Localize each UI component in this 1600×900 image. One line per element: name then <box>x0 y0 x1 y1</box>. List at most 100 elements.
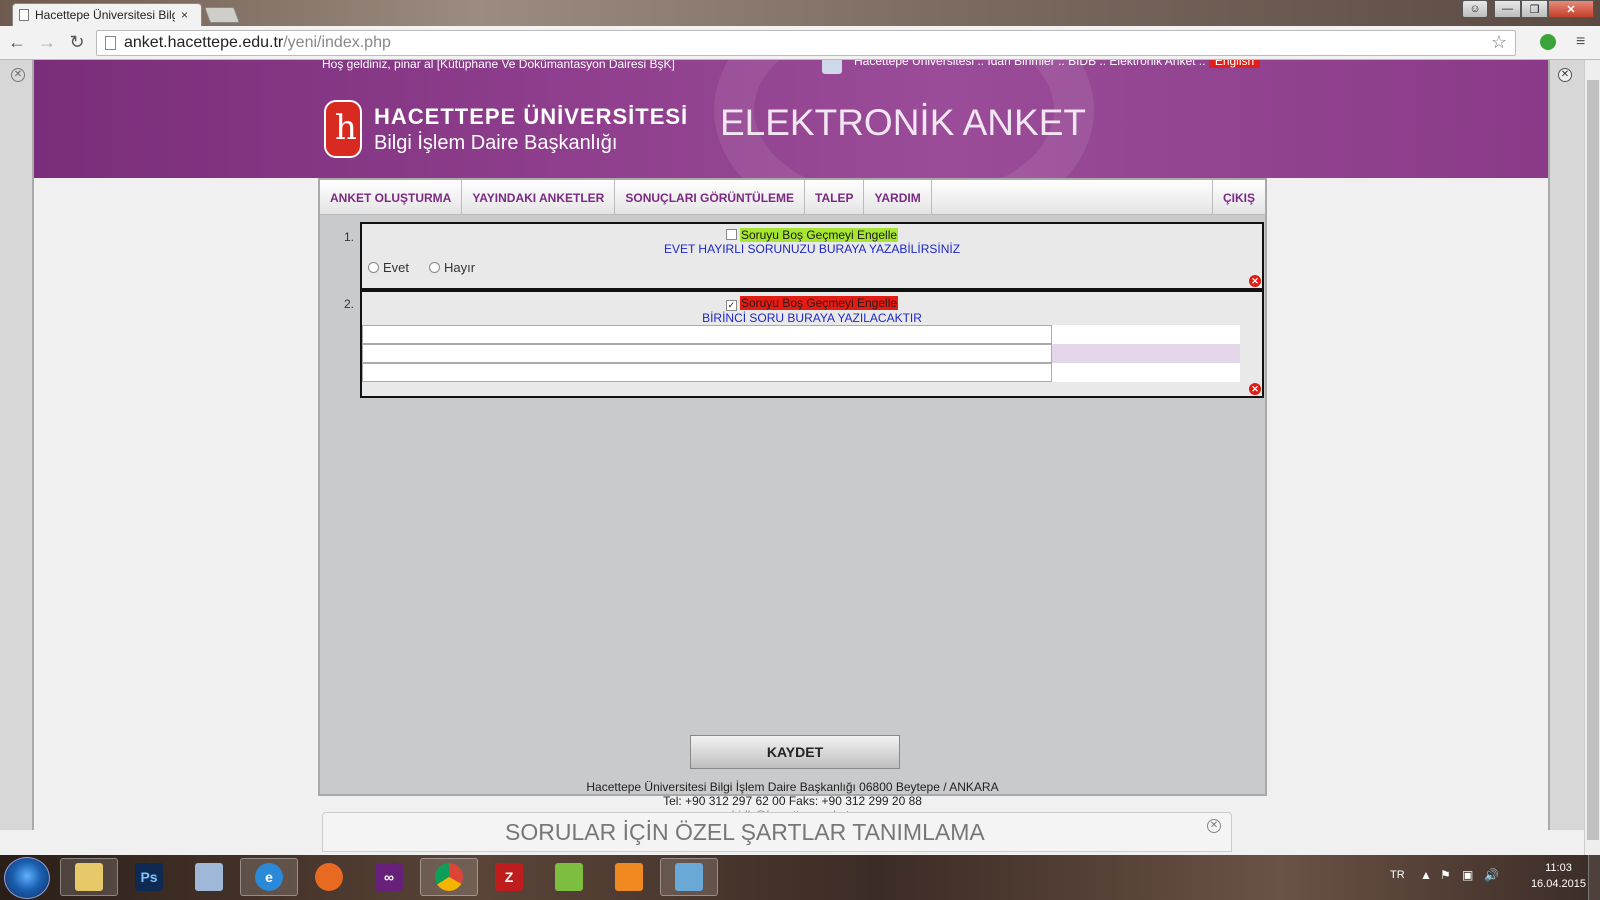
option-label: Hayır <box>444 260 476 275</box>
delete-question-icon[interactable]: ✕ <box>1249 275 1261 287</box>
close-icon[interactable]: ✕ <box>1558 68 1572 82</box>
explorer-app[interactable] <box>60 858 118 896</box>
menu-icon[interactable]: ≡ <box>1576 34 1590 50</box>
cube-app[interactable] <box>180 858 238 896</box>
scrollbar[interactable] <box>1584 60 1600 855</box>
panel-title: SORULAR İÇİN ÖZEL ŞARTLAR TANIMLAMA <box>505 819 985 845</box>
footer-address: Hacettepe Üniversitesi Bilgi İşlem Daire… <box>586 780 999 794</box>
welcome-text: Hoş geldiniz, pinar al [Kütüphane Ve Dok… <box>322 60 675 71</box>
question-card: ✓ Soruyu Boş Geçmeyi Engelle BİRİNCİ SORU… <box>360 290 1264 398</box>
university-name: HACETTEPE ÜNİVERSİTESİ <box>374 104 689 129</box>
clock[interactable]: 11:03 16.04.2015 <box>1531 860 1586 892</box>
close-icon[interactable]: ✕ <box>1207 819 1221 833</box>
ie-app[interactable]: e <box>240 858 298 896</box>
chrome-app[interactable] <box>420 858 478 896</box>
tab-title: Hacettepe Üniversitesi Bilgi <box>35 8 175 22</box>
answer-input[interactable] <box>362 344 1052 363</box>
nav-create-survey[interactable]: ANKET OLUŞTURMA <box>320 180 463 215</box>
breadcrumb: Hacettepe Üniversitesi .. İdari Birimler… <box>854 60 1261 68</box>
chrome-icon <box>435 863 463 891</box>
matlab-app[interactable] <box>600 858 658 896</box>
globe-icon <box>822 60 842 74</box>
required-toggle: Soruyu Boş Geçmeyi Engelle <box>362 228 1262 242</box>
question-text[interactable]: BİRİNCİ SORU BURAYA YAZILACAKTIR <box>362 311 1262 325</box>
breadcrumb-text[interactable]: Hacettepe Üniversitesi .. İdari Birimler… <box>854 60 1205 68</box>
nav-request[interactable]: TALEP <box>805 180 865 215</box>
required-label: Soruyu Boş Geçmeyi Engelle <box>739 228 899 242</box>
tab-close-icon[interactable]: × <box>181 8 188 22</box>
ie-icon: e <box>255 863 283 891</box>
question-card: Soruyu Boş Geçmeyi Engelle EVET HAYIRLI … <box>360 222 1264 290</box>
option-yes[interactable]: Evet <box>368 260 409 275</box>
nav-view-results[interactable]: SONUÇLARI GÖRÜNTÜLEME <box>615 180 806 215</box>
address-bar[interactable]: anket.hacettepe.edu.tr/yeni/index.php ☆ <box>96 30 1516 56</box>
language-indicator[interactable]: TR <box>1390 869 1405 881</box>
filezilla-app[interactable]: Z <box>480 858 538 896</box>
start-button[interactable] <box>4 857 50 899</box>
main-nav: ANKET OLUŞTURMA YAYINDAKI ANKETLER SONUÇ… <box>320 180 1265 215</box>
close-window-button[interactable]: ✕ <box>1548 0 1594 18</box>
url-path: /yeni/index.php <box>283 34 391 51</box>
survey-editor: ANKET OLUŞTURMA YAYINDAKI ANKETLER SONUÇ… <box>318 178 1267 796</box>
nav-published-surveys[interactable]: YAYINDAKI ANKETLER <box>462 180 616 215</box>
department-name: Bilgi İşlem Daire Başkanlığı <box>374 132 618 154</box>
back-icon[interactable]: ← <box>4 30 30 56</box>
english-link[interactable]: English <box>1208 60 1261 68</box>
save-button[interactable]: KAYDET <box>690 735 900 769</box>
maximize-button[interactable]: ❐ <box>1521 0 1548 18</box>
photos-app[interactable] <box>660 858 718 896</box>
nav-help[interactable]: YARDIM <box>864 180 932 215</box>
answer-row <box>362 363 1240 382</box>
show-desktop-button[interactable] <box>1588 855 1600 900</box>
answer-row <box>362 325 1240 344</box>
nav-logout[interactable]: ÇIKIŞ <box>1211 180 1265 215</box>
taskbar: Ps e ∞ Z TR ▲ ⚑ ▣ 🔊 11:03 16.04.2015 <box>0 855 1600 900</box>
page-title: ELEKTRONİK ANKET <box>720 102 1086 143</box>
url-host: anket.hacettepe.edu.tr <box>124 34 284 51</box>
required-checkbox[interactable]: ✓ <box>725 300 737 311</box>
reload-icon[interactable]: ↻ <box>64 30 90 56</box>
required-toggle: ✓ Soruyu Boş Geçmeyi Engelle <box>362 296 1262 311</box>
scrollbar-thumb[interactable] <box>1587 80 1599 840</box>
question-text[interactable]: EVET HAYIRLI SORUNUZU BURAYA YAZABİLİRSİ… <box>362 242 1262 256</box>
chevron-up-icon[interactable]: ▲ <box>1420 868 1432 882</box>
right-panel: ✕ <box>1548 60 1584 830</box>
forward-icon[interactable]: → <box>34 30 60 56</box>
browser-tab[interactable]: Hacettepe Üniversitesi Bilgi × <box>12 3 202 26</box>
visual-studio-app[interactable]: ∞ <box>360 858 418 896</box>
answer-input[interactable] <box>362 325 1052 344</box>
volume-icon[interactable]: 🔊 <box>1484 868 1499 882</box>
clock-date: 16.04.2015 <box>1530 878 1586 890</box>
picture-icon <box>675 863 703 891</box>
page-viewport: ✕ ✕ Hoş geldiniz, pinar al [Kütüphane Ve… <box>0 60 1584 855</box>
visual-studio-icon: ∞ <box>375 863 403 891</box>
header-banner: Hoş geldiniz, pinar al [Kütüphane Ve Dok… <box>34 60 1548 178</box>
footer-phone: Tel: +90 312 297 62 00 Faks: +90 312 299… <box>663 794 922 808</box>
delete-question-icon[interactable]: ✕ <box>1249 383 1261 395</box>
window-controls: ☺ — ❐ ✕ <box>1462 0 1594 18</box>
flag-icon[interactable]: ⚑ <box>1440 868 1451 882</box>
bookmark-star-icon[interactable]: ☆ <box>1491 32 1507 53</box>
left-panel: ✕ <box>0 60 34 830</box>
required-checkbox[interactable] <box>725 229 737 240</box>
question-number: 1. <box>344 230 355 244</box>
radio-button[interactable] <box>368 262 379 273</box>
photoshop-app[interactable]: Ps <box>120 858 178 896</box>
new-tab-button[interactable] <box>204 7 240 23</box>
extension-icon[interactable] <box>1540 34 1556 50</box>
answer-options: Evet Hayır <box>368 260 475 275</box>
radio-button[interactable] <box>429 262 441 273</box>
chart-icon <box>555 863 583 891</box>
minimize-button[interactable]: — <box>1494 0 1521 18</box>
answer-row <box>362 344 1240 363</box>
firefox-icon <box>315 863 343 891</box>
close-icon[interactable]: ✕ <box>11 68 25 82</box>
firefox-app[interactable] <box>300 858 358 896</box>
folder-icon <box>75 863 103 891</box>
browser-toolbar: ← → ↻ anket.hacettepe.edu.tr/yeni/index.… <box>0 26 1600 60</box>
network-icon[interactable]: ▣ <box>1462 868 1473 882</box>
user-icon[interactable]: ☺ <box>1462 0 1488 18</box>
chart-app[interactable] <box>540 858 598 896</box>
answer-input[interactable] <box>362 363 1052 382</box>
option-no[interactable]: Hayır <box>429 260 475 275</box>
